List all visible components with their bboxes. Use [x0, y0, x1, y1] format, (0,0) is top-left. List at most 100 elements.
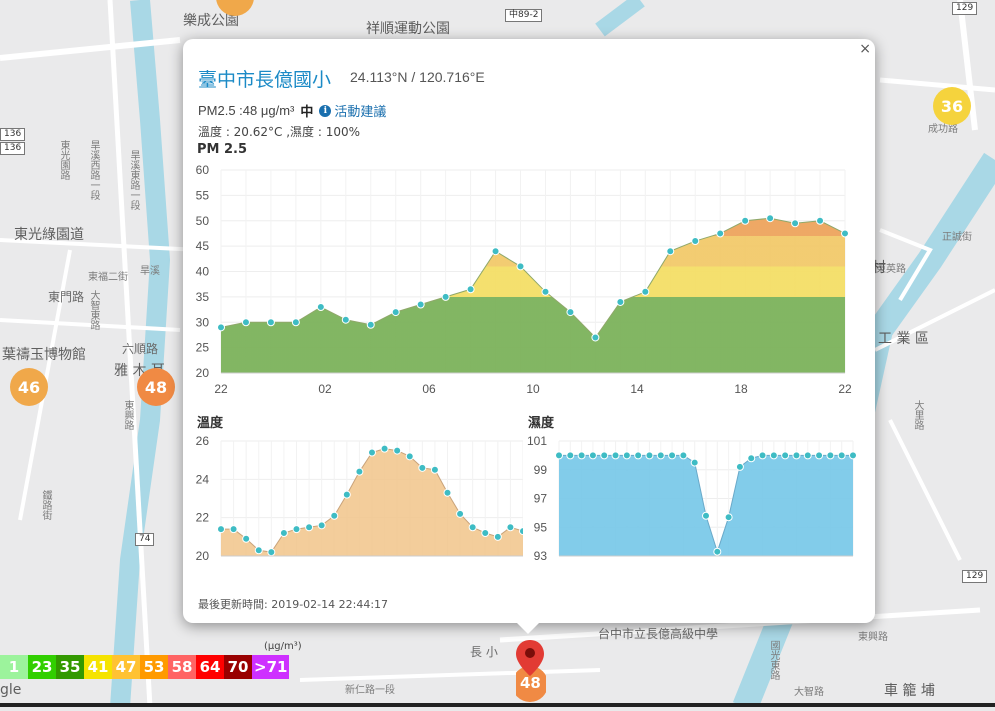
data-point — [481, 529, 490, 537]
aqi-cluster-marker[interactable]: 46 — [10, 368, 48, 406]
data-point — [769, 451, 778, 460]
map-label: 新仁路一段 — [345, 685, 395, 696]
map-label: 旱溪 — [140, 266, 160, 277]
marker-value: 48 — [520, 674, 541, 692]
map-label: 大智路 — [794, 687, 824, 698]
map-label: 正誠街 — [942, 232, 972, 243]
legend-item: 47 — [112, 655, 140, 679]
data-point — [826, 451, 835, 460]
data-point — [849, 451, 857, 460]
data-point — [781, 451, 790, 460]
y-tick-label: 95 — [534, 520, 548, 534]
x-tick-label: 10 — [526, 382, 540, 396]
data-point — [791, 219, 800, 228]
data-point — [815, 451, 824, 460]
data-point — [841, 229, 849, 238]
x-tick-label: 22 — [838, 382, 852, 396]
road-shield: 129 — [952, 2, 978, 15]
map-label: 東光綠園道 — [14, 227, 84, 243]
data-point — [506, 523, 515, 532]
area-fill — [221, 218, 845, 373]
popup-tip — [516, 622, 540, 634]
road-shield: 74 — [135, 533, 155, 546]
aqi-cluster-marker[interactable]: 48 — [137, 368, 175, 406]
y-tick-label: 101 — [527, 434, 547, 448]
temperature-chart-title: 溫度 — [197, 416, 224, 431]
map-label: 祥順運動公園 — [366, 21, 450, 37]
data-point — [466, 285, 475, 294]
map-label: 長 小 — [470, 645, 498, 659]
activity-advice-link[interactable]: i 活動建議 — [319, 101, 386, 120]
data-point — [291, 318, 300, 327]
y-tick-label: 97 — [534, 492, 548, 506]
x-tick-label: 06 — [422, 382, 436, 396]
data-point — [468, 523, 477, 532]
map-label: 大里路 — [912, 400, 923, 430]
data-point — [342, 490, 351, 499]
station-coordinates: 24.113°N / 120.716°E — [350, 69, 485, 85]
map-label: 台中市立長億高級中學 — [598, 627, 719, 641]
map-label: 東興路 — [122, 400, 133, 430]
temperature-chart: 20 22 24 26 — [196, 434, 523, 563]
humidity-chart-title: 濕度 — [528, 416, 555, 431]
data-point — [242, 534, 251, 543]
map-label: 六順路 — [122, 342, 159, 356]
data-point — [792, 451, 801, 460]
y-tick-label: 40 — [196, 265, 210, 279]
y-tick-label: 93 — [534, 549, 548, 563]
data-point — [430, 465, 439, 474]
data-point — [758, 451, 767, 460]
data-point — [441, 292, 450, 301]
legend-item: 58 — [168, 655, 196, 679]
close-button[interactable]: × — [859, 41, 871, 57]
station-info-popup: × 臺中市長億國小 24.113°N / 120.716°E PM2.5 :48… — [183, 39, 875, 623]
data-point — [577, 451, 586, 460]
y-tick-label: 30 — [196, 315, 210, 329]
data-point — [316, 303, 325, 312]
data-point — [645, 451, 654, 460]
data-point — [418, 463, 427, 472]
data-point — [317, 521, 326, 530]
data-point — [691, 237, 700, 246]
data-point — [217, 525, 225, 534]
pm25-summary: PM2.5 :48 μg/m³ 中 i 活動建議 — [198, 101, 386, 120]
data-point — [443, 488, 452, 497]
map-label: 車 籠 埔 — [884, 683, 935, 699]
data-point — [566, 308, 575, 317]
pm25-color-legend: 1 23 35 41 47 53 58 64 70 >71 — [0, 655, 290, 679]
y-tick-label: 35 — [196, 290, 210, 304]
legend-item: 53 — [140, 655, 168, 679]
area-fill — [221, 448, 523, 556]
pm25-level: 中 — [300, 105, 314, 120]
data-point — [305, 523, 314, 532]
map-label: 葉禱玉博物館 — [2, 347, 86, 363]
data-point — [816, 216, 825, 225]
data-point — [266, 318, 275, 327]
pm25-chart-title: PM 2.5 — [197, 142, 248, 157]
y-tick-label: 60 — [196, 163, 210, 177]
data-point — [267, 548, 276, 557]
data-point — [741, 216, 750, 225]
data-point — [393, 446, 402, 455]
x-tick-label: 02 — [318, 382, 332, 396]
x-tick-label: 18 — [734, 382, 748, 396]
data-point — [380, 444, 389, 453]
data-point — [735, 462, 744, 471]
data-point — [292, 525, 301, 534]
map-label: gle — [0, 682, 22, 698]
data-point — [366, 320, 375, 329]
data-point — [405, 452, 414, 461]
data-point — [666, 247, 675, 256]
data-point — [416, 300, 425, 309]
y-tick-label: 20 — [196, 549, 210, 563]
aqi-cluster-marker[interactable]: 36 — [933, 87, 971, 125]
map-label: 工 業 區 — [878, 331, 929, 347]
data-point — [541, 287, 550, 296]
data-point — [724, 513, 733, 522]
data-point — [622, 451, 631, 460]
x-tick-label: 22 — [214, 382, 228, 396]
selected-station-marker[interactable]: 48 — [512, 636, 548, 711]
y-tick-label: 22 — [196, 511, 210, 525]
activity-advice-label: 活動建議 — [334, 105, 387, 120]
data-point — [641, 287, 650, 296]
